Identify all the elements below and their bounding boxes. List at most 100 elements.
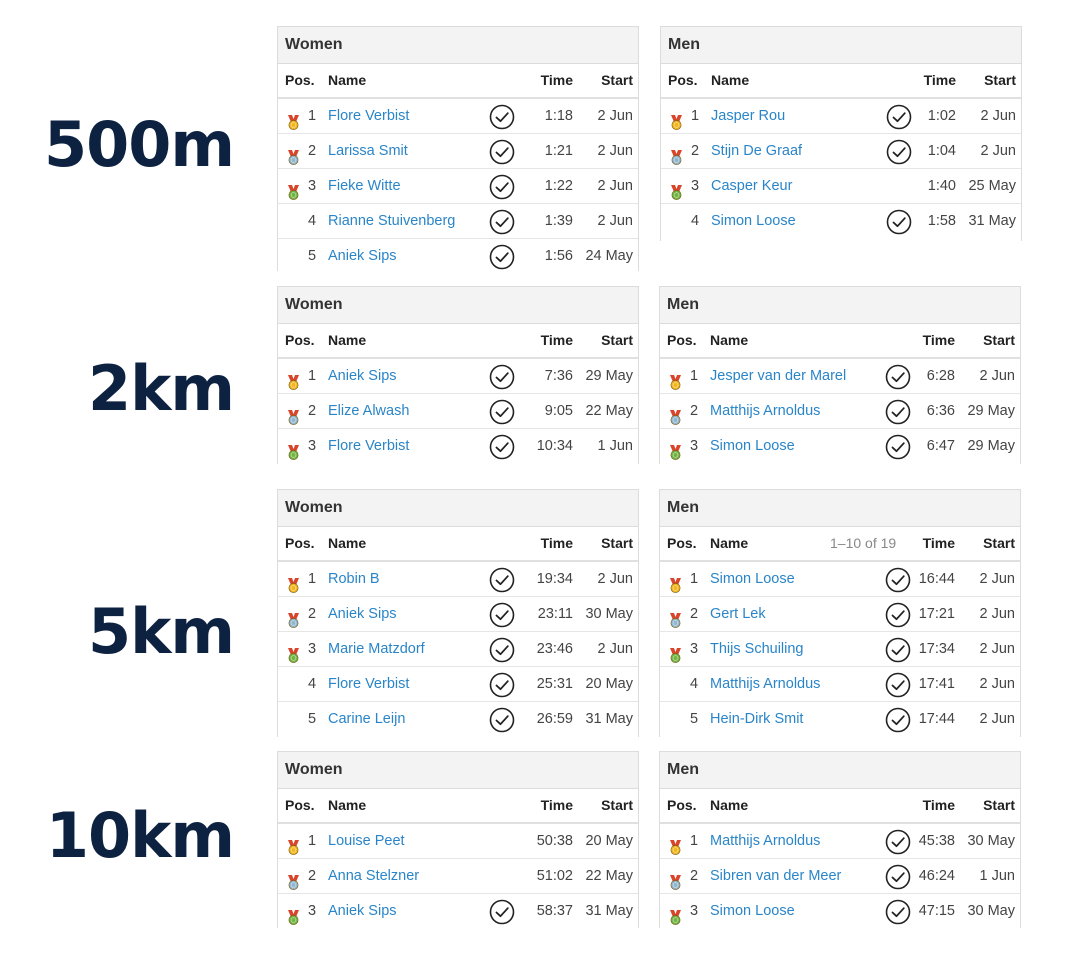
position-number: 1: [308, 368, 317, 384]
distance-label-2km: 2km: [88, 352, 235, 425]
start-date: 30 May: [967, 903, 1015, 919]
athlete-name-link[interactable]: Carine Leijn: [328, 702, 405, 736]
athlete-name-link[interactable]: Simon Loose: [710, 429, 795, 463]
athlete-name-link[interactable]: Aniek Sips: [328, 239, 397, 271]
athlete-name-link[interactable]: Aniek Sips: [328, 597, 397, 631]
start-date: 22 May: [585, 403, 633, 419]
result-time: 1:56: [544, 248, 573, 264]
header-name: Name: [328, 797, 367, 813]
silver-medal-icon: [287, 144, 300, 165]
header-time: Time: [540, 332, 573, 348]
result-time: 17:44: [918, 711, 955, 727]
table-row: 3 Flore Verbist 10:34 1 Jun: [278, 429, 638, 463]
result-time: 58:37: [536, 903, 573, 919]
start-date: 2 Jun: [597, 143, 633, 159]
result-time: 17:34: [918, 641, 955, 657]
athlete-name-link[interactable]: Simon Loose: [711, 204, 796, 238]
pagination-range: 1–10 of 19: [830, 535, 897, 551]
leaderboard-5km-men: Men Pos. Name 1–10 of 19 Time Start 1 Simon Loo…: [659, 489, 1021, 737]
result-time: 1:40: [927, 178, 956, 194]
position-number: 2: [691, 143, 700, 159]
athlete-name-link[interactable]: Flore Verbist: [328, 429, 409, 463]
leaderboard-500m-women: Women Pos. Name Time Start 1 Flore Verbist 1:18…: [277, 26, 639, 271]
athlete-name-link[interactable]: Rianne Stuivenberg: [328, 204, 455, 238]
table-row: 3 Marie Matzdorf 23:46 2 Jun: [278, 632, 638, 667]
athlete-name-link[interactable]: Louise Peet: [328, 824, 405, 858]
gold-medal-icon: [669, 572, 682, 593]
athlete-name-link[interactable]: Flore Verbist: [328, 99, 409, 133]
table-row: 2 Sibren van der Meer 46:24 1 Jun: [660, 859, 1020, 894]
athlete-name-link[interactable]: Stijn De Graaf: [711, 134, 802, 168]
table-row: 1 Louise Peet 50:38 20 May: [278, 824, 638, 859]
verified-check-icon: [489, 434, 515, 460]
athlete-name-link[interactable]: Aniek Sips: [328, 894, 397, 928]
position-number: 5: [308, 711, 317, 727]
header-pos: Pos.: [285, 535, 315, 551]
verified-check-icon: [489, 174, 515, 200]
athlete-name-link[interactable]: Elize Alwash: [328, 394, 409, 428]
athlete-name-link[interactable]: Flore Verbist: [328, 667, 409, 701]
position-number: 3: [690, 641, 699, 657]
athlete-name-link[interactable]: Matthijs Arnoldus: [710, 667, 820, 701]
result-time: 10:34: [536, 438, 573, 454]
bronze-medal-icon: [669, 439, 682, 460]
result-time: 1:22: [544, 178, 573, 194]
header-pos: Pos.: [668, 72, 698, 88]
header-start: Start: [601, 332, 633, 348]
start-date: 1 Jun: [597, 438, 633, 454]
panel-title: Women: [278, 752, 638, 789]
header-name: Name: [711, 72, 750, 88]
result-time: 47:15: [918, 903, 955, 919]
athlete-name-link[interactable]: Simon Loose: [710, 894, 795, 928]
result-time: 23:46: [536, 641, 573, 657]
verified-check-icon: [885, 707, 911, 733]
athlete-name-link[interactable]: Sibren van der Meer: [710, 859, 841, 893]
athlete-name-link[interactable]: Jasper Rou: [711, 99, 785, 133]
result-time: 17:21: [918, 606, 955, 622]
athlete-name-link[interactable]: Marie Matzdorf: [328, 632, 425, 666]
table-header: Pos. Name Time Start: [278, 64, 638, 99]
start-date: 30 May: [585, 606, 633, 622]
athlete-name-link[interactable]: Hein-Dirk Smit: [710, 702, 803, 736]
athlete-name-link[interactable]: Anna Stelzner: [328, 859, 419, 893]
start-date: 2 Jun: [979, 676, 1015, 692]
panel-title: Men: [660, 490, 1020, 527]
verified-check-icon: [885, 602, 911, 628]
start-date: 2 Jun: [980, 143, 1016, 159]
table-row: 2 Larissa Smit 1:21 2 Jun: [278, 134, 638, 169]
verified-check-icon: [885, 899, 911, 925]
leaderboard-2km-women: Women Pos. Name Time Start 1 Aniek Sips 7:36 29 …: [277, 286, 639, 464]
athlete-name-link[interactable]: Matthijs Arnoldus: [710, 394, 820, 428]
start-date: 2 Jun: [979, 368, 1015, 384]
start-date: 22 May: [585, 868, 633, 884]
result-time: 1:04: [927, 143, 956, 159]
athlete-name-link[interactable]: Thijs Schuiling: [710, 632, 804, 666]
athlete-name-link[interactable]: Gert Lek: [710, 597, 766, 631]
header-pos: Pos.: [285, 797, 315, 813]
result-time: 1:58: [927, 213, 956, 229]
athlete-name-link[interactable]: Aniek Sips: [328, 359, 397, 393]
gold-medal-icon: [669, 834, 682, 855]
table-row: 1 Simon Loose 16:44 2 Jun: [660, 562, 1020, 597]
athlete-name-link[interactable]: Casper Keur: [711, 169, 792, 203]
athlete-name-link[interactable]: Simon Loose: [710, 562, 795, 596]
athlete-name-link[interactable]: Robin B: [328, 562, 380, 596]
result-time: 6:47: [926, 438, 955, 454]
athlete-name-link[interactable]: Jesper van der Marel: [710, 359, 846, 393]
result-time: 9:05: [544, 403, 573, 419]
result-time: 51:02: [536, 868, 573, 884]
header-start: Start: [983, 797, 1015, 813]
result-time: 26:59: [536, 711, 573, 727]
position-number: 1: [308, 833, 317, 849]
verified-check-icon: [489, 672, 515, 698]
athlete-name-link[interactable]: Larissa Smit: [328, 134, 408, 168]
panel-title: Men: [660, 752, 1020, 789]
position-number: 2: [690, 606, 699, 622]
athlete-name-link[interactable]: Fieke Witte: [328, 169, 401, 203]
athlete-name-link[interactable]: Matthijs Arnoldus: [710, 824, 820, 858]
table-row: 2 Gert Lek 17:21 2 Jun: [660, 597, 1020, 632]
start-date: 2 Jun: [597, 108, 633, 124]
header-pos: Pos.: [667, 797, 697, 813]
header-name: Name: [710, 535, 749, 551]
table-row: 4 Simon Loose 1:58 31 May: [661, 204, 1021, 238]
